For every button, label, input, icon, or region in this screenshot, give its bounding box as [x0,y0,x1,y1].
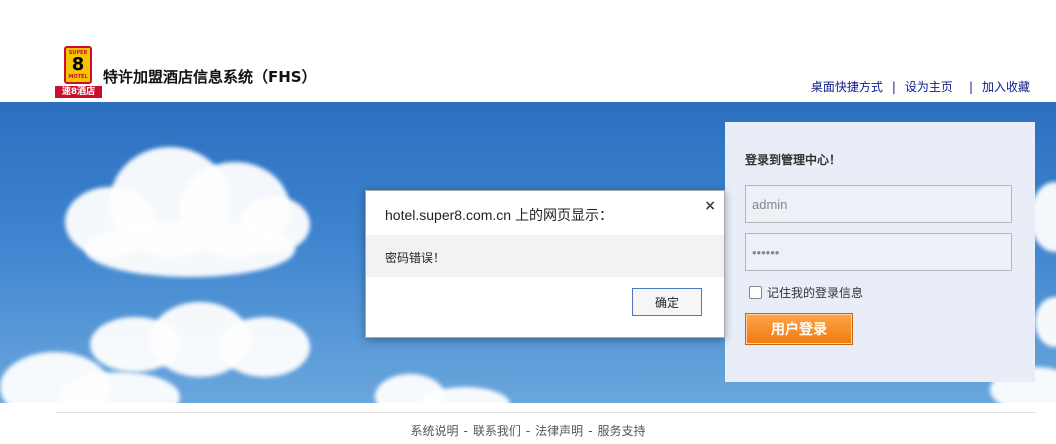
footer-link-contact[interactable]: 联系我们 [473,424,521,438]
remember-label: 记住我的登录信息 [767,286,864,300]
cloud [220,317,310,377]
top-links: 桌面快捷方式 | 设为主页 | 加入收藏 [811,78,1030,95]
login-panel: 登录到管理中心！ 记住我的登录信息 用户登录 [725,122,1035,382]
login-button[interactable]: 用户登录 [745,313,853,345]
remember-checkbox[interactable] [749,286,762,299]
logo-badge-bottom: MOTEL [68,74,88,80]
alert-dialog: hotel.super8.com.cn 上的网页显示： × 密码错误！ 确定 [365,190,725,338]
dialog-title: hotel.super8.com.cn 上的网页显示： [385,207,613,223]
super8-logo: SUPER 8 MOTEL 速8酒店 [55,46,102,100]
cloud [1035,297,1056,347]
footer-separator: - [588,424,593,438]
link-separator: | [968,80,973,94]
footer-separator: - [463,424,468,438]
password-field[interactable] [745,233,1012,271]
logo-badge: SUPER 8 MOTEL [64,46,92,84]
footer-divider [55,412,1035,413]
dialog-header: hotel.super8.com.cn 上的网页显示： × [366,191,724,235]
logo-badge-number: 8 [71,54,85,75]
link-separator: | [891,80,896,94]
set-homepage-link[interactable]: 设为主页 [905,80,953,94]
footer: 系统说明 - 联系我们 - 法律声明 - 服务支持 [0,422,1056,439]
add-favorite-link[interactable]: 加入收藏 [982,80,1030,94]
logo-cn-text: 速8酒店 [55,86,102,98]
dialog-message: 密码错误！ [385,251,446,265]
app-title: 特许加盟酒店信息系统（FHS） [103,68,317,86]
footer-separator: - [525,424,531,438]
footer-link-legal[interactable]: 法律声明 [535,424,583,438]
remember-me[interactable]: 记住我的登录信息 [749,284,863,301]
username-field[interactable] [745,185,1012,223]
desktop-shortcut-link[interactable]: 桌面快捷方式 [811,80,883,94]
cloud [85,222,295,277]
footer-link-support[interactable]: 服务支持 [598,424,646,438]
header: SUPER 8 MOTEL 速8酒店 特许加盟酒店信息系统（FHS） 桌面快捷方… [0,0,1056,102]
dialog-body: 密码错误！ [366,235,724,277]
close-icon[interactable]: × [704,198,716,214]
footer-link-system-info[interactable]: 系统说明 [410,424,458,438]
ok-button[interactable]: 确定 [632,288,702,316]
login-title: 登录到管理中心！ [745,153,842,167]
